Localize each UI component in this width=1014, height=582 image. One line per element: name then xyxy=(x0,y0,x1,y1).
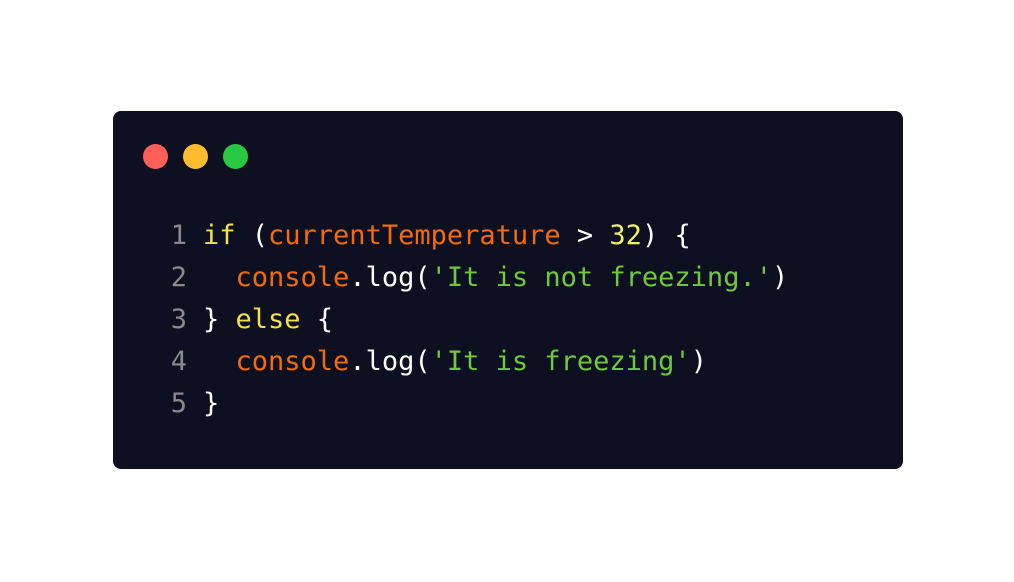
maximize-dot-icon[interactable] xyxy=(223,144,248,169)
code-line: 4 console.log('It is freezing') xyxy=(170,341,788,383)
code-window: 1 if (currentTemperature > 32) {2 console… xyxy=(113,111,903,469)
code-token-plain: > xyxy=(560,220,610,251)
code-line: 1 if (currentTemperature > 32) { xyxy=(170,215,788,257)
code-token-var: console xyxy=(235,262,350,293)
code-token-plain: } xyxy=(203,388,220,419)
code-token-plain: .log( xyxy=(349,262,431,293)
code-token-num: 32 xyxy=(609,220,642,251)
code-token-str: 'It is freezing' xyxy=(430,346,691,377)
code-token-var: console xyxy=(235,346,350,377)
code-token-plain: ) xyxy=(690,346,707,377)
code-token-kw: else xyxy=(235,304,301,335)
code-token-kw: if xyxy=(203,220,236,251)
code-token-plain: ) { xyxy=(641,220,691,251)
code-token-plain: } xyxy=(203,304,236,335)
code-line-content: } else { xyxy=(203,299,333,341)
close-dot-icon[interactable] xyxy=(143,144,168,169)
line-number: 5 xyxy=(170,388,187,419)
code-line-content: console.log('It is freezing') xyxy=(203,341,707,383)
code-token-plain: ) xyxy=(771,262,789,293)
code-token-plain: ( xyxy=(235,220,269,251)
code-block: 1 if (currentTemperature > 32) {2 console… xyxy=(170,215,789,425)
code-line-content: if (currentTemperature > 32) { xyxy=(203,215,691,257)
code-line: 5} xyxy=(170,383,788,425)
code-token-str: 'It is not freezing.' xyxy=(430,262,772,293)
code-token-plain: .log( xyxy=(349,346,431,377)
code-line: 2 console.log('It is not freezing.') xyxy=(170,257,789,299)
line-number: 4 xyxy=(170,346,187,377)
window-controls xyxy=(143,144,248,169)
minimize-dot-icon[interactable] xyxy=(183,144,208,169)
line-number: 3 xyxy=(170,304,187,335)
code-token-plain: { xyxy=(300,304,334,335)
code-line-content: } xyxy=(203,383,219,425)
line-number: 2 xyxy=(170,262,187,293)
code-line: 3} else { xyxy=(170,299,788,341)
line-number: 1 xyxy=(170,220,187,251)
code-token-var: currentTemperature xyxy=(268,220,561,251)
code-line-content: console.log('It is not freezing.') xyxy=(203,257,789,299)
